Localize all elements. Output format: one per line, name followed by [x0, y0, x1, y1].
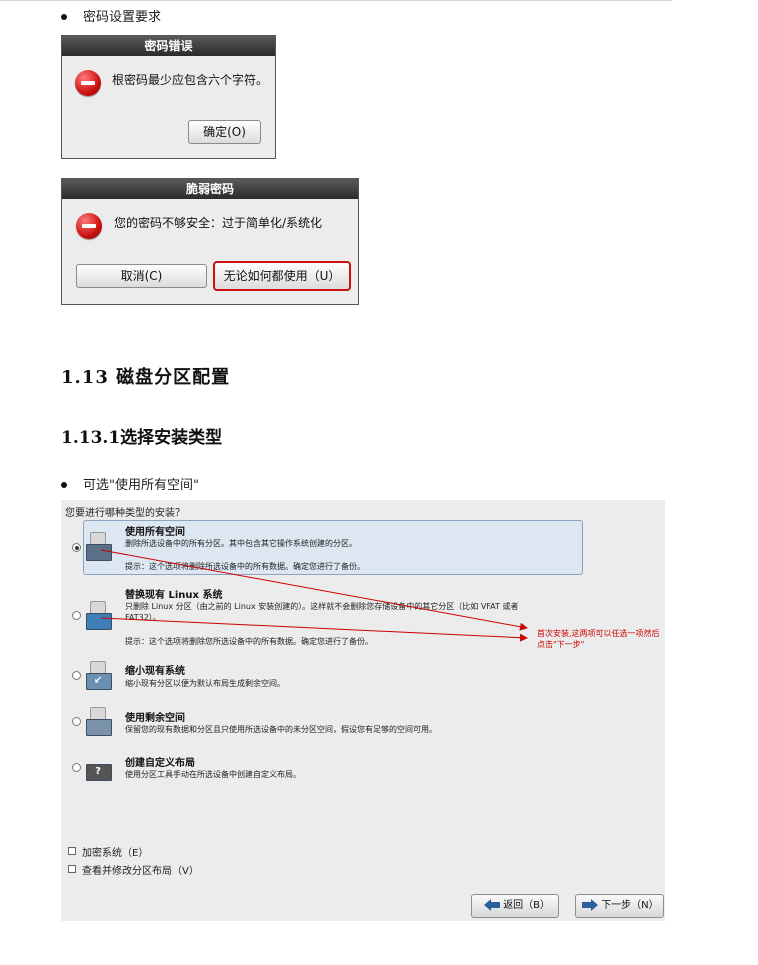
encrypt-label: 加密系统（E） — [82, 848, 149, 859]
password-error-dialog: 密码错误 根密码最少应包含六个字符。 确定(O) — [61, 35, 276, 159]
dialog-message: 根密码最少应包含六个字符。 — [112, 73, 269, 87]
install-type-screen: 您要进行哪种类型的安装？ 使用所有空间 删除所选设备中的所有分区。其中包含其它操… — [61, 500, 665, 921]
dialog-title: 密码错误 — [62, 36, 275, 56]
heading-text: 磁盘分区配置 — [116, 367, 231, 388]
use-anyway-button[interactable]: 无论如何都使用（U） — [213, 261, 351, 291]
back-button-label: 返回（B） — [503, 900, 551, 911]
page-top-rule — [0, 0, 672, 1]
arrow-line — [100, 617, 528, 642]
heading-number: 1.13.1 — [61, 428, 121, 448]
bullet-text: 密码设置要求 — [83, 10, 162, 25]
bullet-dot — [61, 13, 67, 20]
back-arrow-icon — [484, 899, 500, 911]
heading-text: 选择安装类型 — [120, 428, 223, 448]
next-arrow-icon — [582, 899, 598, 911]
weak-password-dialog: 脆弱密码 您的密码不够安全：过于简单化/系统化 取消(C) 无论如何都使用（U） — [61, 178, 359, 305]
bullet-text: 可选"使用所有空间" — [83, 478, 199, 493]
arrow-line — [100, 549, 528, 631]
error-icon — [75, 70, 101, 96]
dialog-message: 您的密码不够安全：过于简单化/系统化 — [114, 216, 323, 230]
section-heading-1-13: 1.13 磁盘分区配置 — [61, 363, 230, 389]
heading-number: 1.13 — [61, 367, 109, 388]
bullet-optional-use-all: 可选"使用所有空间" — [61, 474, 199, 493]
encrypt-checkbox[interactable] — [68, 847, 76, 855]
ok-button[interactable]: 确定(O) — [188, 120, 261, 144]
section-heading-1-13-1: 1.13.1选择安装类型 — [61, 423, 222, 448]
bullet-password-requirements: 密码设置要求 — [61, 6, 161, 25]
red-annotation: 首次安装,这两项可以任选一项然后点击"下一步" — [537, 629, 660, 649]
next-button[interactable]: 下一步（N） — [575, 894, 664, 918]
back-button[interactable]: 返回（B） — [471, 894, 559, 918]
error-icon — [76, 213, 102, 239]
review-layout-checkbox[interactable] — [68, 865, 76, 873]
dialog-title: 脆弱密码 — [62, 179, 358, 199]
review-layout-label: 查看并修改分区布局（V） — [82, 866, 199, 877]
bullet-dot — [61, 481, 67, 488]
annotation-arrows — [100, 549, 528, 642]
next-button-label: 下一步（N） — [601, 900, 659, 911]
cancel-button[interactable]: 取消(C) — [76, 264, 207, 288]
